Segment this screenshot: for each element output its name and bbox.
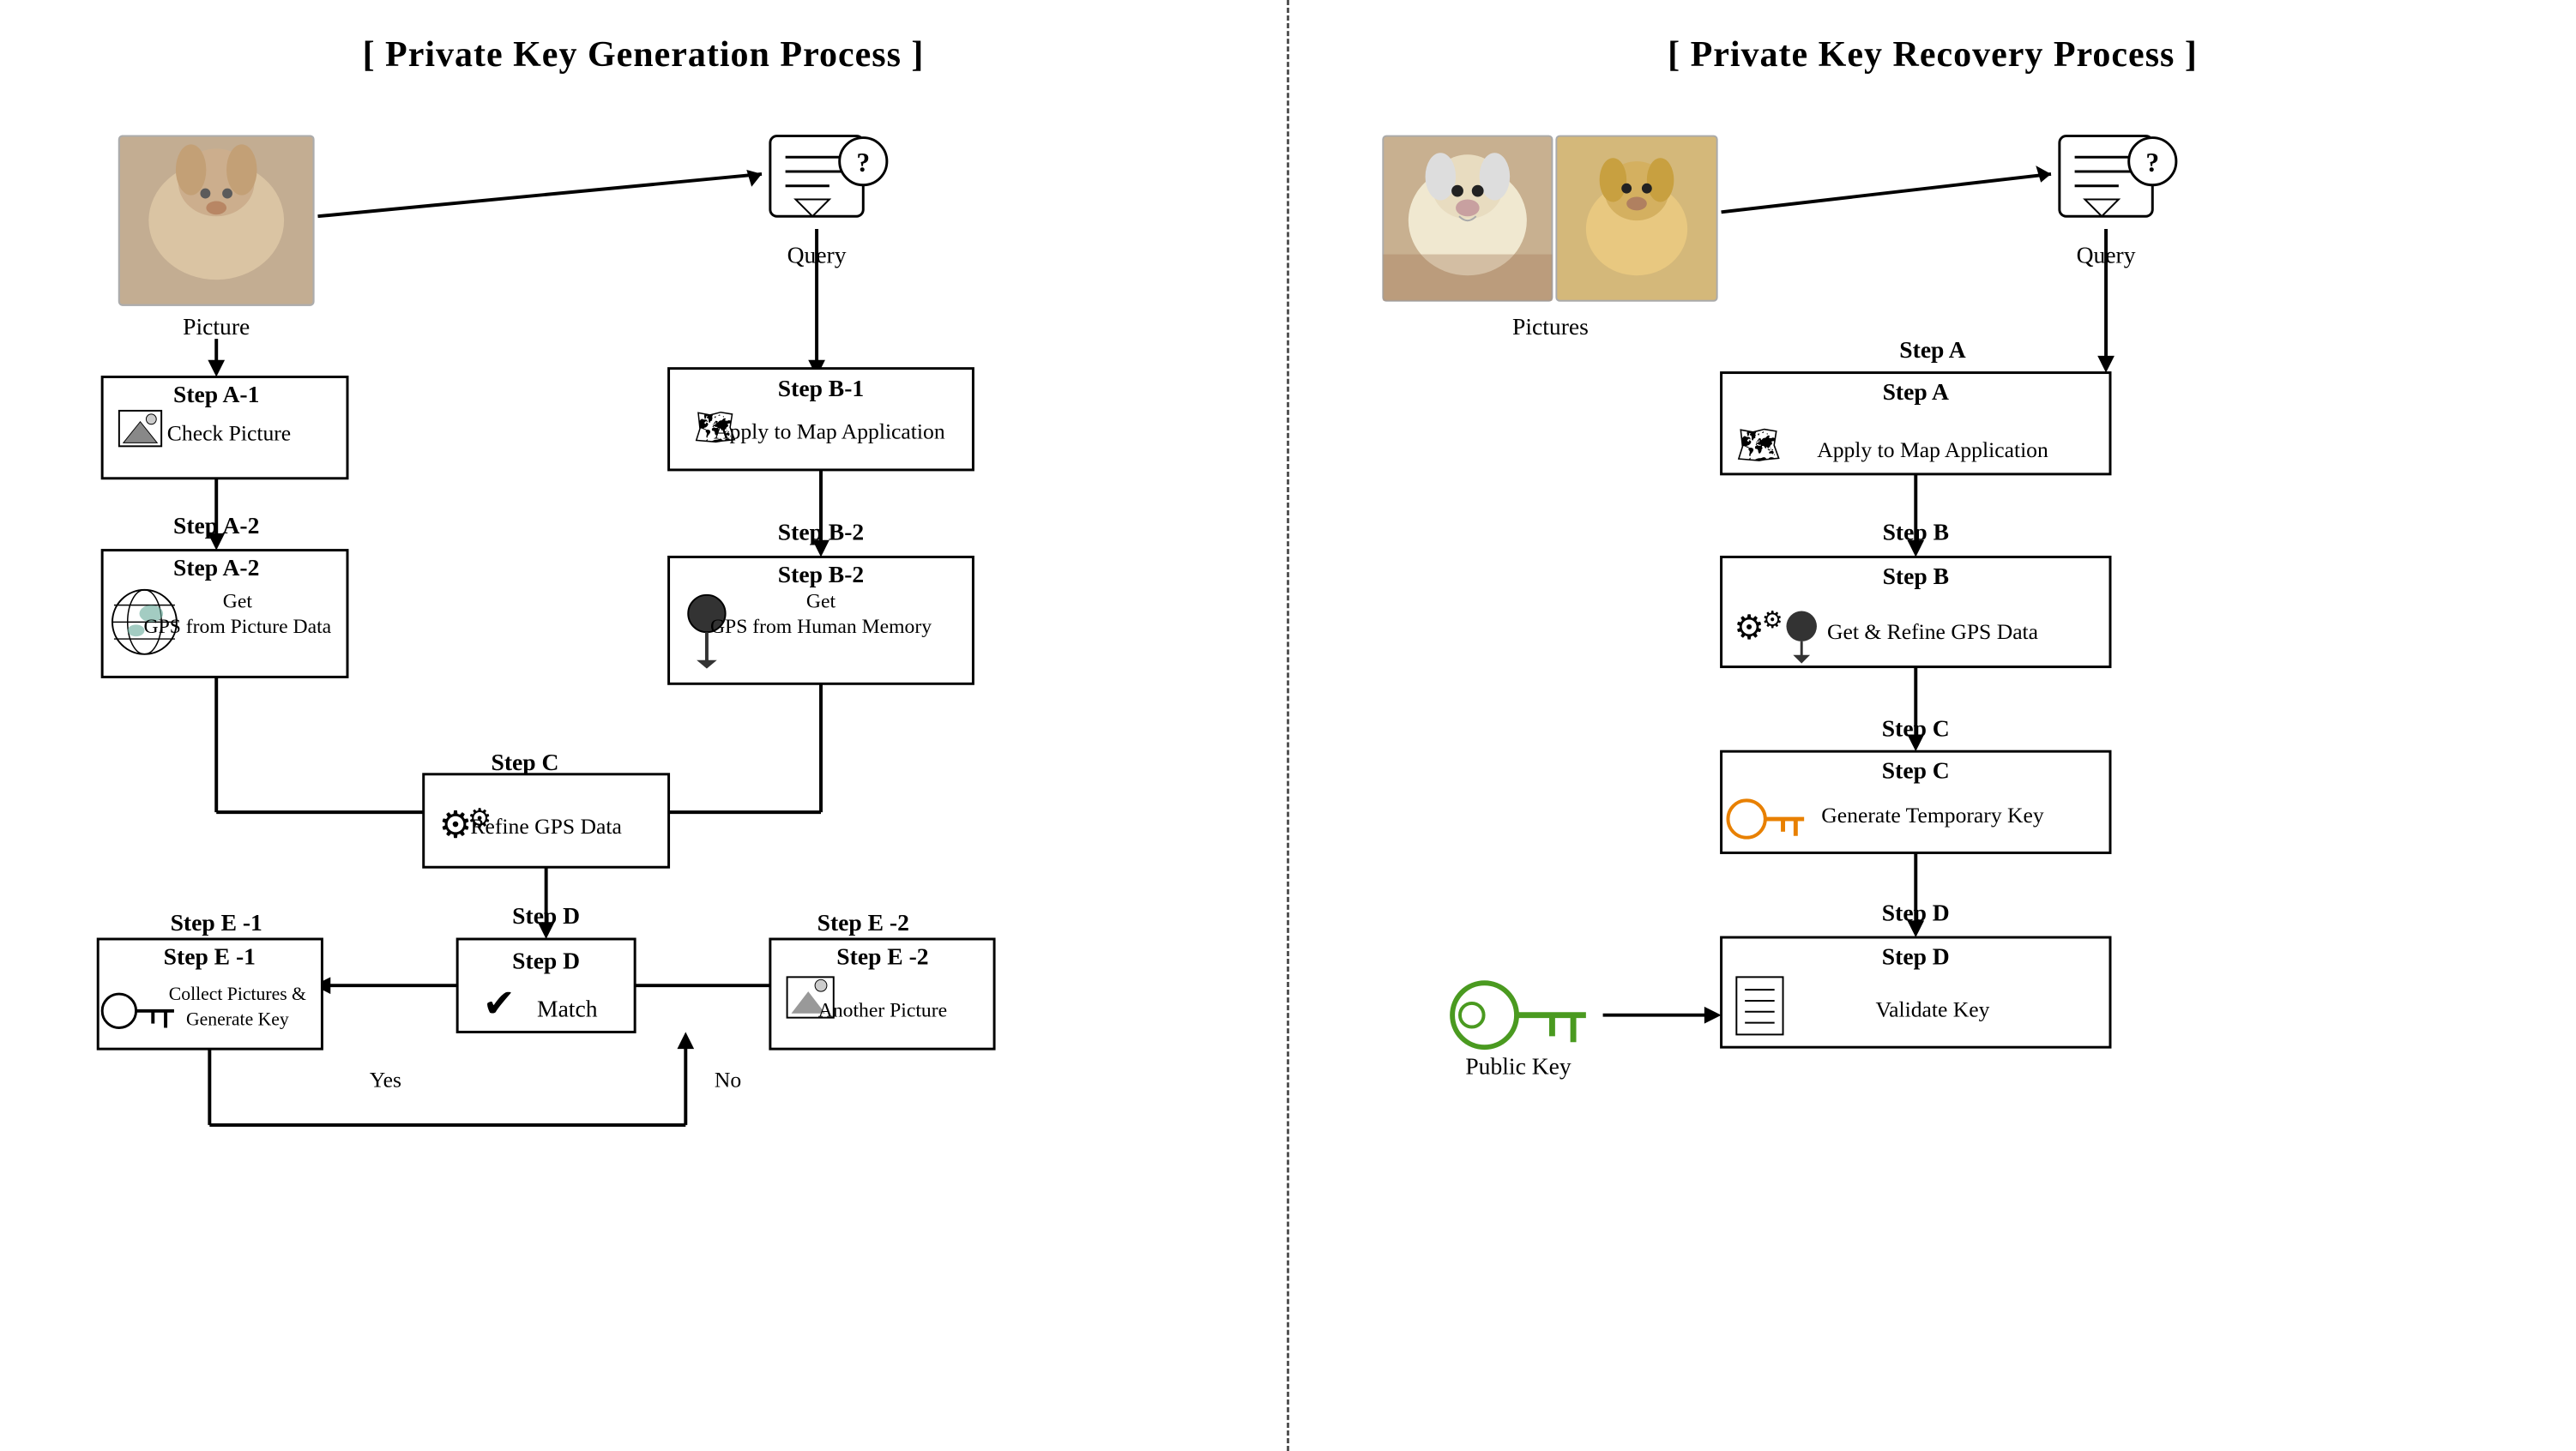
main-container: [ Private Key Generation Process ] Pictu…: [0, 0, 2576, 1451]
svg-text:Step E -1: Step E -1: [164, 943, 256, 970]
svg-text:🗺: 🗺: [1736, 425, 1782, 465]
svg-text:Get & Refine GPS Data: Get & Refine GPS Data: [1827, 619, 2039, 644]
svg-text:Step C: Step C: [492, 749, 559, 775]
svg-text:Generate Temporary Key: Generate Temporary Key: [1821, 803, 2044, 828]
svg-text:Step D: Step D: [512, 902, 580, 929]
svg-text:Step B-2: Step B-2: [778, 519, 864, 545]
svg-text:Step E -1: Step E -1: [171, 909, 262, 936]
svg-text:Step B-2: Step B-2: [778, 561, 864, 587]
svg-text:Picture: Picture: [183, 313, 250, 340]
svg-text:Get: Get: [223, 591, 253, 613]
svg-text:Step E -2: Step E -2: [836, 943, 928, 970]
svg-text:Step A: Step A: [1899, 336, 1965, 363]
svg-text:No: No: [715, 1068, 741, 1093]
svg-text:Validate Key: Validate Key: [1876, 997, 1990, 1022]
svg-text:Refine GPS Data: Refine GPS Data: [470, 814, 622, 839]
svg-text:Apply to Map Application: Apply to Map Application: [1817, 437, 2048, 462]
svg-text:GPS from Picture Data: GPS from Picture Data: [144, 616, 332, 638]
svg-text:Step A: Step A: [1883, 378, 1949, 405]
right-panel: [ Private Key Recovery Process ]: [1289, 0, 2576, 1451]
svg-text:Step C: Step C: [1882, 714, 1950, 741]
svg-text:Get: Get: [806, 591, 836, 613]
svg-text:Step B: Step B: [1883, 563, 1949, 589]
svg-text:Step E -2: Step E -2: [817, 909, 909, 936]
svg-text:Step D: Step D: [1882, 943, 1950, 970]
svg-text:?: ?: [856, 148, 870, 178]
svg-text:Collect Pictures &: Collect Pictures &: [169, 984, 306, 1004]
svg-text:Another Picture: Another Picture: [818, 1000, 947, 1022]
left-panel-title: [ Private Key Generation Process ]: [51, 34, 1235, 75]
svg-text:Yes: Yes: [370, 1068, 401, 1093]
svg-text:GPS from Human Memory: GPS from Human Memory: [710, 616, 932, 638]
svg-text:✔: ✔: [483, 983, 516, 1026]
right-panel-title: [ Private Key Recovery Process ]: [1341, 34, 2525, 75]
svg-text:?: ?: [2145, 148, 2159, 178]
svg-text:Step D: Step D: [1882, 899, 1950, 925]
svg-text:Apply to Map Application: Apply to Map Application: [714, 418, 945, 443]
svg-text:⚙: ⚙: [1734, 609, 1764, 647]
svg-text:Step A-2: Step A-2: [173, 554, 259, 581]
svg-text:Step D: Step D: [512, 948, 580, 974]
svg-text:Step A-2: Step A-2: [173, 512, 259, 539]
svg-text:Step C: Step C: [1882, 757, 1950, 784]
left-flow-svg: Picture ? Query: [51, 110, 1235, 1413]
left-panel: [ Private Key Generation Process ] Pictu…: [0, 0, 1289, 1451]
svg-text:Pictures: Pictures: [1512, 313, 1589, 340]
svg-text:⚙: ⚙: [1762, 606, 1783, 633]
svg-text:Match: Match: [537, 996, 598, 1022]
svg-text:Step A-1: Step A-1: [173, 381, 259, 407]
right-flow-svg: Pictures ? Query Step A Step A 🗺 Apply t…: [1341, 110, 2525, 1413]
svg-text:Step B: Step B: [1883, 519, 1949, 545]
svg-text:Check Picture: Check Picture: [167, 420, 291, 445]
svg-text:Public Key: Public Key: [1465, 1053, 1572, 1080]
svg-text:Step B-1: Step B-1: [778, 375, 864, 401]
svg-text:Generate Key: Generate Key: [186, 1009, 289, 1030]
